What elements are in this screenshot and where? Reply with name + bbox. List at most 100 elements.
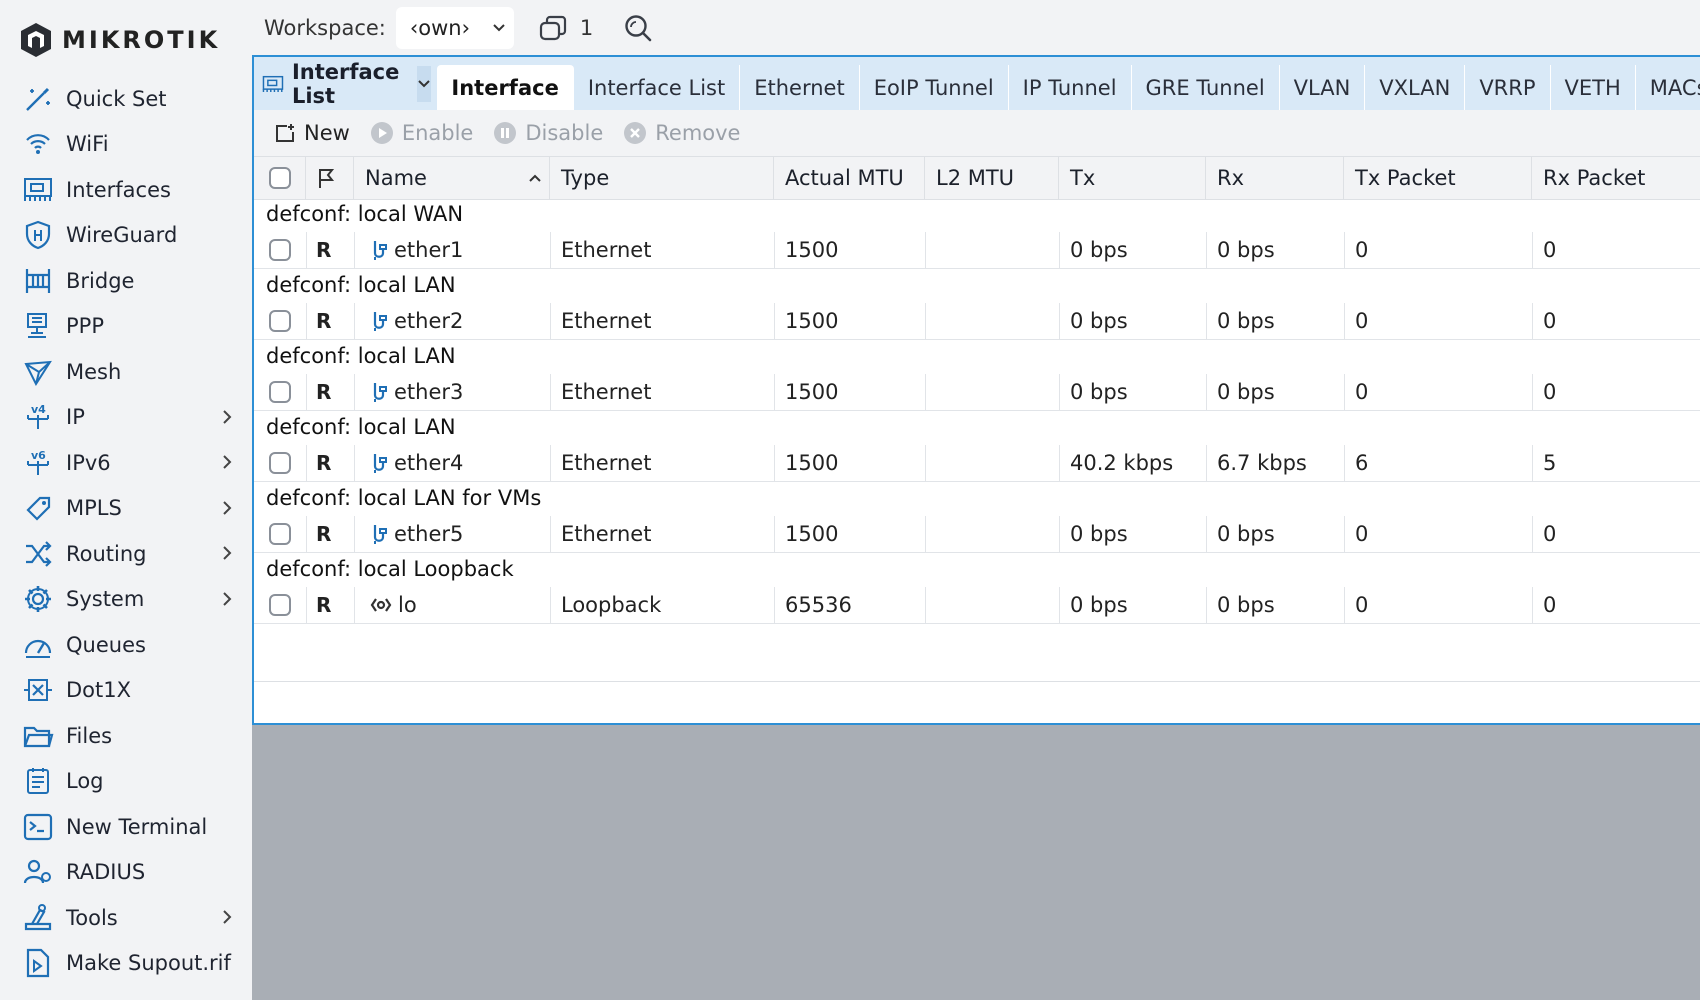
table-row[interactable]: defconf: local WAN Rether1 Ethernet 1500 0 b… [254,198,1700,269]
enable-button[interactable]: Enable [370,121,473,145]
tab-veth[interactable]: VETH [1551,65,1636,110]
sidebar-item-tools[interactable]: Tools [0,895,252,941]
table-row[interactable]: defconf: local LAN Rether3 Ethernet 1500 0 b… [254,340,1700,411]
row-checkbox[interactable] [269,523,291,545]
row-name[interactable]: ether3 [354,374,550,410]
sidebar-item-routing[interactable]: Routing [0,531,252,577]
table-row[interactable]: defconf: local Loopback Rlo Loopback 65536 0… [254,553,1700,624]
search-button[interactable] [623,13,653,43]
row-name[interactable]: lo [354,587,550,623]
tab-interface[interactable]: Interface [437,65,574,110]
column-name[interactable]: Name [354,157,550,199]
sidebar-item-label: Quick Set [66,86,167,111]
column-type[interactable]: Type [550,157,774,199]
table-header: Name Type Actual MTU L2 MTU Tx Rx Tx Pac… [254,156,1700,200]
table-row[interactable]: defconf: local LAN Rether4 Ethernet 1500 40.… [254,411,1700,482]
row-checkbox[interactable] [269,452,291,474]
row-rx: 0 bps [1217,522,1275,546]
sidebar-item-mesh[interactable]: Mesh [0,349,252,395]
tab-gre-tunnel[interactable]: GRE Tunnel [1132,65,1280,110]
brand-name: MIKROTIK [62,26,221,54]
sidebar-item-make-supout-rif[interactable]: Make Supout.rif [0,941,252,987]
table-row[interactable]: defconf: local LAN Rether2 Ethernet 1500 0 b… [254,269,1700,340]
sidebar-item-queues[interactable]: Queues [0,622,252,668]
sidebar-item-ip[interactable]: v4 IP [0,395,252,441]
sidebar-item-wifi[interactable]: WiFi [0,122,252,168]
column-actual-mtu[interactable]: Actual MTU [774,157,925,199]
window-menu-dropdown[interactable] [417,65,432,102]
row-flag: R [316,593,332,617]
column-rx-packet[interactable]: Rx Packet [1532,157,1700,199]
chevron-right-icon [222,454,232,474]
row-select [254,587,306,623]
sidebar-item-interfaces[interactable]: Interfaces [0,167,252,213]
radius-icon [22,856,54,888]
column-l2-mtu-label: L2 MTU [936,166,1015,190]
tab-macse[interactable]: MACse [1636,65,1700,110]
sidebar-item-label: RADIUS [66,860,146,885]
row-checkbox[interactable] [269,310,291,332]
mikrotik-logo[interactable]: MIKROTIK [20,20,220,60]
sidebar-item-dot1x[interactable]: Dot1X [0,668,252,714]
sidebar-item-bridge[interactable]: Bridge [0,258,252,304]
flags-header[interactable] [306,157,354,199]
row-l2mtu [925,232,936,268]
ethernet-icon [370,523,388,545]
table-row[interactable]: defconf: local LAN for VMs Rether5 Etherne… [254,482,1700,553]
select-all-checkbox[interactable] [268,167,291,189]
row-name[interactable]: ether4 [354,445,550,481]
sidebar-item-log[interactable]: Log [0,759,252,805]
tab-vlan[interactable]: VLAN [1280,65,1366,110]
row-checkbox[interactable] [269,381,291,403]
row-tx: 0 bps [1070,593,1128,617]
mesh-icon [22,356,54,388]
row-l2mtu [925,374,936,410]
pause-icon [494,122,517,144]
row-name[interactable]: ether2 [354,303,550,339]
row-checkbox[interactable] [269,239,291,261]
tab-ip-tunnel[interactable]: IP Tunnel [1009,65,1132,110]
sidebar-item-files[interactable]: Files [0,713,252,759]
tab-interface-list[interactable]: Interface List [574,65,741,110]
row-type: Loopback [561,593,662,617]
row-rx: 0 bps [1217,380,1275,404]
row-rx: 0 bps [1217,309,1275,333]
row-rxp: 0 [1543,238,1557,262]
row-rx: 0 bps [1217,593,1275,617]
row-rxp: 0 [1543,593,1557,617]
tab-bar: Interface List Interface Interface List Et… [254,57,1700,110]
supout-icon [22,947,54,979]
column-tx-label: Tx [1070,166,1096,190]
workspace-select[interactable]: ‹own› [395,6,514,49]
row-name[interactable]: ether1 [354,232,550,268]
disable-button[interactable]: Disable [493,121,603,145]
ethernet-icon [370,381,388,403]
column-tx[interactable]: Tx [1059,157,1206,199]
row-rxp: 0 [1543,309,1557,333]
sidebar-item-new-terminal[interactable]: New Terminal [0,804,252,850]
remove-button[interactable]: Remove [623,121,740,145]
row-name[interactable]: ether5 [354,516,550,552]
row-checkbox[interactable] [269,594,291,616]
tab-ethernet[interactable]: Ethernet [740,65,860,110]
sidebar-item-quick-set[interactable]: Quick Set [0,76,252,122]
tab-vrrp[interactable]: VRRP [1465,65,1551,110]
row-mtu: 1500 [785,238,839,262]
column-rx[interactable]: Rx [1206,157,1344,199]
sidebar-item-system[interactable]: System [0,577,252,623]
row-rx: 0 bps [1217,238,1275,262]
sidebar-item-wireguard[interactable]: WireGuard [0,213,252,259]
sidebar-item-ppp[interactable]: PPP [0,304,252,350]
sidebar-item-mpls[interactable]: MPLS [0,486,252,532]
column-l2-mtu[interactable]: L2 MTU [925,157,1059,199]
column-tx-packet[interactable]: Tx Packet [1344,157,1532,199]
tab-vxlan[interactable]: VXLAN [1365,65,1466,110]
windows-button[interactable]: 1 [538,14,593,42]
new-button[interactable]: New [274,121,350,145]
tab-eoip-tunnel[interactable]: EoIP Tunnel [860,65,1009,110]
sidebar-item-ipv6[interactable]: v6 IPv6 [0,440,252,486]
row-tx: 0 bps [1070,238,1128,262]
row-flag: R [316,522,332,546]
sidebar-item-radius[interactable]: RADIUS [0,850,252,896]
mpls-icon [22,492,54,524]
